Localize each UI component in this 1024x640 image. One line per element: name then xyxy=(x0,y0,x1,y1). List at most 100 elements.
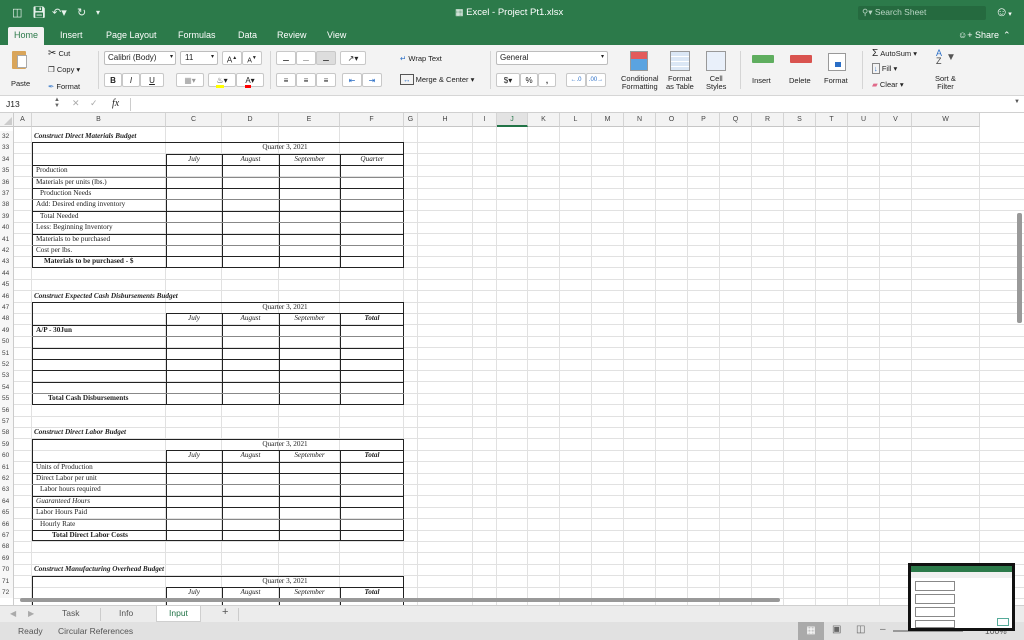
align-left-button[interactable]: ≡ xyxy=(276,73,296,87)
sheet-tab-input[interactable]: Input xyxy=(156,606,201,622)
redo-icon[interactable]: ↻ xyxy=(77,6,86,19)
align-right-button[interactable]: ≡ xyxy=(316,73,336,87)
format-cells-button[interactable]: Format xyxy=(820,49,854,93)
row-header-58[interactable]: 58 xyxy=(0,427,14,439)
horizontal-scrollbar[interactable] xyxy=(20,598,780,602)
column-header-j[interactable]: J xyxy=(497,113,528,127)
column-header-p[interactable]: P xyxy=(688,113,720,127)
column-header-v[interactable]: V xyxy=(880,113,912,127)
decrease-indent-button[interactable]: ⇤ xyxy=(342,73,362,87)
add-sheet-button[interactable]: + xyxy=(222,606,228,618)
currency-format-button[interactable]: $▾ xyxy=(496,73,520,87)
align-center-button[interactable]: ≡ xyxy=(296,73,316,87)
font-color-button[interactable]: A▾ xyxy=(236,73,264,88)
underline-button[interactable]: U xyxy=(140,73,164,87)
sheet-tab-task[interactable]: Task xyxy=(62,608,79,618)
italic-button[interactable]: I xyxy=(122,73,140,87)
column-header-f[interactable]: F xyxy=(340,113,404,127)
cancel-formula-icon[interactable]: ✕ xyxy=(72,98,80,109)
row-header-59[interactable]: 59 xyxy=(0,438,14,451)
row-header-49[interactable]: 49 xyxy=(0,324,14,337)
row-header-45[interactable]: 45 xyxy=(0,279,14,291)
align-middle-button[interactable]: ⚊ xyxy=(296,51,316,65)
autosum-button[interactable]: Σ AutoSum ▾ xyxy=(872,48,917,59)
tab-review[interactable]: Review xyxy=(277,30,307,40)
insert-function-icon[interactable]: fx xyxy=(112,98,119,109)
search-sheet-input[interactable]: ⚲▾ Search Sheet xyxy=(858,6,986,20)
column-header-s[interactable]: S xyxy=(784,113,816,127)
row-header-40[interactable]: 40 xyxy=(0,222,14,234)
increase-font-size-button[interactable]: A▲ xyxy=(222,51,242,65)
row-header-53[interactable]: 53 xyxy=(0,370,14,382)
formula-input[interactable] xyxy=(130,98,1010,111)
save-icon[interactable]: 💾︎ xyxy=(32,6,46,19)
name-box-stepper-icon[interactable]: ▲ ▼ xyxy=(54,97,60,109)
increase-decimal-button[interactable]: ←.0 xyxy=(566,73,586,87)
cut-button[interactable]: ✂ Cut xyxy=(48,48,70,59)
column-header-k[interactable]: K xyxy=(528,113,560,127)
undo-icon[interactable]: ↶▾ xyxy=(52,6,67,19)
column-header-b[interactable]: B xyxy=(32,113,166,127)
column-header-w[interactable]: W xyxy=(912,113,980,127)
tab-insert[interactable]: Insert xyxy=(60,30,83,40)
row-header-46[interactable]: 46 xyxy=(0,290,14,302)
tab-formulas[interactable]: Formulas xyxy=(178,30,216,40)
confirm-formula-icon[interactable]: ✓ xyxy=(90,98,98,109)
circular-references-link[interactable]: Circular References xyxy=(58,626,133,636)
align-top-button[interactable]: ⚊ xyxy=(276,51,296,65)
row-header-69[interactable]: 69 xyxy=(0,552,14,565)
column-header-g[interactable]: G xyxy=(404,113,418,127)
prev-sheet-icon[interactable]: ◀ xyxy=(10,609,16,618)
window-preview-thumbnail[interactable] xyxy=(908,563,1015,631)
row-header-32[interactable]: 32 xyxy=(0,131,14,143)
align-bottom-button[interactable]: ⚊ xyxy=(316,51,336,65)
row-header-50[interactable]: 50 xyxy=(0,336,14,348)
column-header-t[interactable]: T xyxy=(816,113,848,127)
row-header-64[interactable]: 64 xyxy=(0,495,14,508)
row-header-36[interactable]: 36 xyxy=(0,176,14,188)
tab-home[interactable]: Home xyxy=(8,27,45,45)
column-header-d[interactable]: D xyxy=(222,113,279,127)
row-header-51[interactable]: 51 xyxy=(0,347,14,359)
fill-button[interactable]: ↓ Fill ▾ xyxy=(872,63,897,74)
increase-indent-button[interactable]: ⇥ xyxy=(362,73,382,87)
sidebar-toggle-icon[interactable]: ◫ xyxy=(12,6,22,19)
page-layout-view-button[interactable]: ▣ xyxy=(832,624,841,635)
orientation-button[interactable]: ↗▾ xyxy=(340,51,366,65)
row-header-42[interactable]: 42 xyxy=(0,245,14,257)
row-header-38[interactable]: 38 xyxy=(0,199,14,211)
row-header-71[interactable]: 71 xyxy=(0,575,14,587)
bold-button[interactable]: B xyxy=(104,73,122,87)
insert-cells-button[interactable]: Insert xyxy=(746,49,780,93)
column-header-e[interactable]: E xyxy=(279,113,340,127)
feedback-smiley-icon[interactable]: ☺▾ xyxy=(995,4,1012,19)
row-header-48[interactable]: 48 xyxy=(0,313,14,325)
row-header-70[interactable]: 70 xyxy=(0,564,14,576)
collapse-ribbon-icon[interactable]: ⌃ xyxy=(1003,30,1011,41)
column-header-r[interactable]: R xyxy=(752,113,784,127)
row-header-63[interactable]: 63 xyxy=(0,484,14,496)
column-header-a[interactable]: A xyxy=(14,113,32,127)
row-header-52[interactable]: 52 xyxy=(0,359,14,371)
row-header-61[interactable]: 61 xyxy=(0,461,14,473)
format-as-table-button[interactable]: Format as Table xyxy=(664,49,698,93)
next-sheet-icon[interactable]: ▶ xyxy=(28,609,34,618)
font-size-dropdown[interactable]: 11 ▾ xyxy=(180,51,218,65)
clear-button[interactable]: ▰ Clear ▾ xyxy=(872,80,904,89)
fill-color-button[interactable]: ♨▾ xyxy=(208,73,236,88)
row-header-55[interactable]: 55 xyxy=(0,393,14,405)
row-header-54[interactable]: 54 xyxy=(0,381,14,394)
vertical-scrollbar[interactable] xyxy=(1017,213,1022,323)
row-header-67[interactable]: 67 xyxy=(0,530,14,542)
column-header-o[interactable]: O xyxy=(656,113,688,127)
number-format-dropdown[interactable]: General ▾ xyxy=(496,51,608,65)
normal-view-button[interactable]: ▦ xyxy=(798,622,824,640)
row-header-41[interactable]: 41 xyxy=(0,233,14,245)
tab-view[interactable]: View xyxy=(327,30,346,40)
row-header-43[interactable]: 43 xyxy=(0,256,14,268)
column-header-q[interactable]: Q xyxy=(720,113,752,127)
row-header-57[interactable]: 57 xyxy=(0,416,14,428)
tab-page-layout[interactable]: Page Layout xyxy=(106,30,157,40)
row-header-35[interactable]: 35 xyxy=(0,165,14,177)
tab-data[interactable]: Data xyxy=(238,30,257,40)
